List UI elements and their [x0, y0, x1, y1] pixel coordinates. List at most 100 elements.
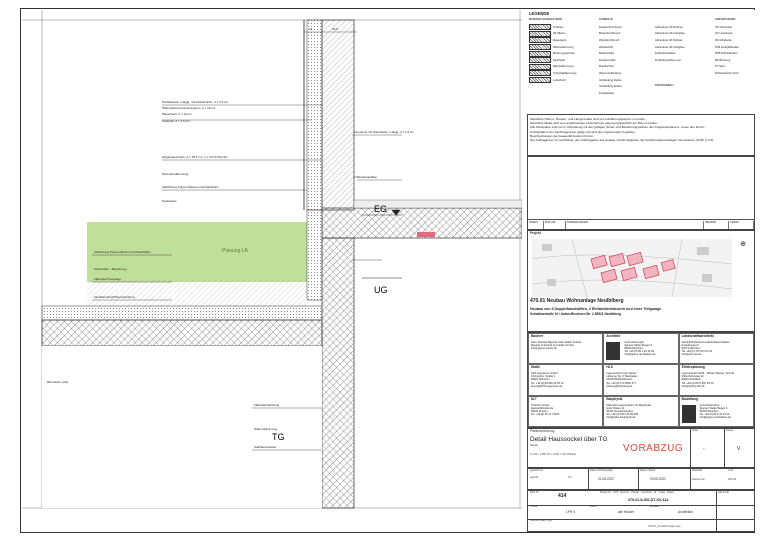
legend-col3-title: ABKÜRZUNGEN	[715, 18, 736, 21]
legend-symbol2-label: Höhenkote OK Fertigbau	[655, 32, 685, 36]
level-eg: EG	[374, 204, 387, 214]
party-role: Bauphysik	[606, 396, 623, 401]
legend-material-3: Wärmedämmung	[529, 44, 595, 51]
party-cell: Bauherr Gebr. Michael Mayerle, Hans Ralph…	[528, 333, 604, 365]
party-cell: Bauphysik Walmsfee Ingenieurbüro für Baup…	[603, 395, 679, 427]
party-role: Statik	[531, 365, 540, 370]
legend-abbr-label: ST Sturz	[715, 65, 726, 69]
legend-symbol2-label: Fußbodenaufbau neu	[655, 58, 681, 62]
legend-abbr-label: BR Brüstung	[715, 58, 731, 62]
legend-abbr-label: RD Rohdecke	[715, 38, 732, 42]
legend-symbol-label: Deckendurchbruch	[599, 25, 622, 29]
legend-material-label: Ortbeton	[553, 25, 564, 29]
project-box: Projekt ⊕ 470.01 Neubau Wohnanlage Neulb…	[527, 230, 755, 332]
legend-material-label: Trittschalldämmung	[553, 71, 577, 75]
note-top-2: Wärmedämmverbundsystem, d = 16 cm	[162, 106, 216, 110]
party-line: info@wolff-gmbh.de	[681, 384, 705, 388]
legend-material-7: Trittschalldämmung	[529, 70, 595, 77]
file-name: 470-01_Ausnahmetypen.pln	[648, 525, 681, 528]
legend-material-swatch-icon	[529, 77, 551, 84]
legend-symbol-3: Wandschlitz	[599, 44, 653, 51]
note-mid-4: Sockelputz	[162, 199, 177, 203]
legend-symbol-2: Wanddurchbruch	[599, 37, 653, 44]
datum-erst: 02.08.2022	[598, 477, 614, 481]
party-cell: Landschaftsarchitekt Fabrikhoff-Renard La…	[678, 333, 754, 365]
party-cell: Architekt Gerd Hohenstein Sperser Welter B…	[603, 333, 679, 365]
note-right-1: Innenputz mit Glanzfarbe, 1-lagig, d = 1…	[354, 130, 414, 134]
legend-material-8: Luftschicht	[529, 77, 595, 84]
index-label: Index	[692, 429, 699, 432]
legend-material-label: Kies/Splitt	[553, 58, 565, 62]
legend-symbol-label: Bodendurchbruch	[599, 32, 621, 36]
legend-material-label: WU-Beton	[553, 32, 566, 36]
legend-symbol-label: Wand-Verkleidung	[599, 71, 621, 75]
notes-box: Sämtliche Höhen-, Breiten- und Längenmaß…	[527, 114, 755, 156]
note-mid-3: Abdichtung Polymerbitumen-Schweißbahn	[162, 185, 219, 189]
planung-la-label: Planung LA	[222, 248, 249, 254]
legend-symbol2-label: Höhenkote OK Rohbau	[655, 25, 683, 29]
phase: LPH 5	[566, 510, 575, 514]
legend-symbol2-0: Höhenkote OK Rohbau	[655, 24, 713, 31]
project-label: Projekt	[530, 231, 541, 235]
index-value: -	[703, 446, 705, 452]
index-col-2: ÄNDERUNGEN	[566, 220, 705, 229]
legend-symbol-label: Wanddurchbruch	[599, 38, 620, 42]
trockenbau-title: TROCKENBAU	[655, 84, 674, 87]
legend-symbol-label: Verkleidung Boden	[599, 85, 622, 89]
note-bottom-3: Stahlbetondecke	[254, 445, 277, 449]
legend-material-5: Kies/Splitt	[529, 57, 595, 64]
note-left-2: Oberboden · Begrünung	[94, 267, 127, 271]
legend-abbr-label: OK Oberkante	[715, 25, 733, 29]
party-line: Tel. +49 (0) 81 21 73903	[531, 412, 560, 416]
legend-material-label: Wärmedämmung	[553, 45, 574, 49]
basement-wall-insulation	[306, 209, 323, 301]
legend-material-1: WU-Beton	[529, 30, 595, 38]
project-address: Sebaldusstraße 19 / Anton-Bruckner-Str. …	[530, 312, 622, 316]
vorabzug-stamp: VORABZUG	[623, 443, 684, 454]
note-top-3: Mauerwerk, d = 24 cm	[162, 112, 192, 116]
haus: alle Häuser	[618, 510, 635, 514]
index-col-3: BEARB.	[704, 220, 730, 229]
plan-nr-label: Plan Nr.	[530, 491, 540, 494]
note-mid-2: Perimeterdämmung	[162, 172, 189, 176]
legend-symbol-label: Bodenschlitz	[599, 52, 615, 56]
phase-label: Phase	[530, 505, 538, 508]
index-col-0: INDEX	[528, 220, 544, 229]
status-value: V	[737, 446, 741, 452]
legend-symbol-label: Verkleidung Decke	[599, 78, 622, 82]
legend-symbol2-label: Höhenkote UK Rohbau	[655, 38, 683, 42]
datum-stand-label: Datum Stand	[640, 469, 656, 472]
rfb-label: RD-Decke (UG)	[47, 380, 68, 384]
level-tg: TG	[272, 432, 285, 442]
legend-symbol-label: Fertigbauteil	[599, 91, 614, 95]
site-plan-map	[532, 239, 732, 297]
note-mid-1: Ziegelmauerwerk, d = 36,5 cm, λ = 0,070 …	[162, 155, 228, 159]
legend-col2-title: SYMBOLIK	[599, 18, 613, 21]
legend-symbol2-label: Höhenkote UK Fertigbau	[655, 45, 685, 49]
note-bottom-2: Wärmedämmung	[254, 427, 277, 431]
legend-symbol-5: Deckenschlitz	[599, 57, 653, 64]
legend-symbol2-2: Höhenkote UK Rohbau	[655, 37, 713, 44]
legend-col1-title: MATERIALSCHRAFFUREN	[529, 18, 562, 21]
parties-grid: Bauherr Gebr. Michael Mayerle, Hans Ralph…	[527, 332, 755, 428]
note-top-4: Gipsputz, d = 1,5 cm	[162, 119, 190, 123]
legend-symbol2-4: Fußbodenaufbau	[655, 50, 713, 57]
massstab: 1:10	[728, 469, 734, 472]
party-role: Elektroplanung	[681, 365, 705, 370]
project-desc: Neubau von 6 Doppelhaushälften, 3 Einfam…	[530, 307, 662, 311]
legend-symbol2-5: Fußbodenaufbau neu	[655, 57, 713, 64]
note-left-3: Filtervlies/Trennlage	[94, 277, 121, 281]
index-col-4: GEPR.	[729, 220, 754, 229]
legend-symbol-9: Verkleidung Boden	[599, 83, 653, 90]
legend-symbol-label: Brandschutz	[599, 65, 614, 69]
legend-abbr-6: ST Sturz	[715, 64, 755, 71]
tg-void	[42, 346, 322, 508]
legend-symbol-8: Verkleidung Decke	[599, 77, 653, 84]
code-row2: 470-01-5-ISS-DT-XX-414	[628, 498, 669, 502]
architect-logo-icon	[681, 404, 696, 423]
gezeichnet-value: geprüft	[530, 476, 539, 479]
legend-material-swatch-icon	[529, 37, 551, 44]
legend-symbol2-3: Höhenkote UK Fertigbau	[655, 44, 713, 51]
party-cell: Statik HPS Ingenieure GmbH Schmiedstr. Str…	[528, 364, 604, 396]
dim-2: 36,5	[332, 27, 338, 31]
